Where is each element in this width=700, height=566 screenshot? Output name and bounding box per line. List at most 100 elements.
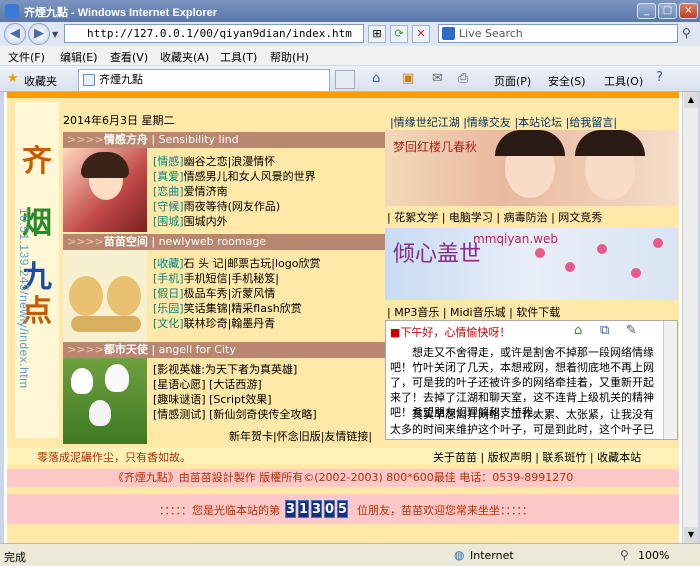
search-input[interactable]: Live Search — [438, 24, 678, 43]
scroll-up-arrow[interactable]: ▲ — [684, 92, 698, 108]
minimize-button[interactable]: _ — [637, 3, 656, 19]
zoom-level[interactable]: 100% — [638, 549, 669, 562]
window-icon[interactable]: ⧉ — [600, 323, 609, 338]
menu-view[interactable]: 查看(V) — [110, 49, 148, 65]
counter-digit: 3 — [285, 500, 296, 518]
footer-links[interactable]: 关于苗苗 | 版权声明 | 联系斑竹 | 收藏本站 — [433, 449, 641, 465]
list-item[interactable]: [假日]极品车秀|沂蒙风情 — [153, 286, 321, 301]
tab-current[interactable]: 齐煙九點 — [78, 69, 330, 91]
back-button[interactable]: ◀ — [4, 23, 26, 45]
edit-icon[interactable]: ✎ — [626, 323, 637, 338]
menu-tools[interactable]: 工具(T) — [220, 49, 257, 65]
favorites-bar: ★ 收藏夹 齐煙九點 ⌂ ▣ ✉ ⎙ 页面(P) 安全(S) 工具(O) ? — [0, 66, 700, 92]
list-item[interactable]: [乐园]笑话集锦|精采flash欣赏 — [153, 301, 321, 316]
favorites-button[interactable]: 收藏夹 — [24, 73, 57, 89]
side-title-char: 齐 — [22, 144, 52, 179]
history-dropdown-icon[interactable]: ▼ — [52, 30, 58, 39]
menu-edit[interactable]: 编辑(E) — [60, 49, 98, 65]
top-accent-line — [7, 92, 679, 98]
red-mansion-banner[interactable]: 梦回红楼几春秋 — [385, 130, 678, 206]
link-jianghu[interactable]: |情缘世纪江湖 — [390, 116, 460, 129]
safety-menu[interactable]: 安全(S) — [548, 73, 586, 89]
tab-title: 齐煙九點 — [99, 73, 143, 86]
bottom-links[interactable]: 新年贺卡|怀念旧版|友情链接| — [229, 428, 372, 444]
visitor-suffix: 位朋友，苗苗欢迎您常来坐坐：：：：： — [357, 504, 533, 517]
list-item[interactable]: [恋曲]爱情济南 — [153, 184, 316, 199]
rss-feed-icon[interactable]: ▣ — [402, 71, 414, 86]
side-url: 10.51.139.245/newly/index.htm — [17, 208, 31, 389]
ie-app-icon — [5, 4, 19, 18]
notice-paragraph: 其实早想离开网络，工作太累、太张紧，让我没有太多的时间来维护这个叶子，可是到此时… — [390, 408, 654, 436]
list-item[interactable]: [影视英雄:为天下者为真英雄] — [153, 362, 317, 377]
banner2-links[interactable]: | MP3音乐 | Midi音乐城 | 软件下载 — [387, 304, 560, 320]
section-header: >>>>都市天使 | angell for City — [63, 342, 385, 358]
counter-digit: 5 — [337, 500, 348, 518]
zone-text: Internet — [470, 549, 514, 562]
link-guestbook[interactable]: |给我留言| — [566, 116, 617, 129]
web-content: 齐 烟 九 点 10.51.139.245/newly/index.htm 20… — [4, 92, 682, 543]
section-header: >>>>苗苗空间 | newlyweb roomage — [63, 234, 385, 250]
banner2-text: 倾心盖世 — [393, 242, 482, 267]
section-header: >>>>情感方舟 | Sensibility lind — [63, 132, 385, 148]
compat-view-button[interactable]: ⊞ — [368, 25, 386, 43]
address-row: ◀ ▶ ▼ http://127.0.0.1/00/qiyan9dian/ind… — [0, 22, 700, 46]
mail-icon[interactable]: ✉ — [432, 71, 443, 86]
list-item[interactable]: [真爱]情感男儿和女人风景的世界 — [153, 169, 316, 184]
list-item[interactable]: [手机]手机短信|手机秘笈| — [153, 271, 321, 286]
page-body: 齐 烟 九 点 10.51.139.245/newly/index.htm 20… — [7, 92, 679, 543]
counter-digit: 1 — [298, 500, 309, 518]
refresh-button[interactable]: ⟳ — [390, 25, 408, 43]
page-scrollbar[interactable]: ▲ ▼ — [682, 92, 698, 543]
girl-photo — [63, 148, 147, 232]
print-icon[interactable]: ⎙ — [458, 71, 468, 86]
visitor-counter: 3 1 3 0 5 — [285, 500, 348, 518]
section-subtitle: Sensibility lind — [158, 133, 239, 146]
live-search-icon — [442, 27, 455, 40]
notice-title: ■下午好，心情愉快呀！ — [390, 326, 511, 339]
help-icon[interactable]: ? — [656, 70, 663, 85]
favorites-star-icon[interactable]: ★ — [7, 71, 19, 86]
list-item[interactable]: [文化]联林珍奇|翰墨丹青 — [153, 316, 321, 331]
window-title: 齐煙九點 - Windows Internet Explorer — [24, 7, 218, 19]
menu-bar: 文件(F) 编辑(E) 查看(V) 收藏夹(A) 工具(T) 帮助(H) — [0, 46, 700, 66]
notice-box: ■下午好，心情愉快呀！ ⌂ ⧉ ✎ 想走又不舍得走，或许是割舍不掉那一段网络情缘… — [385, 320, 678, 440]
zoom-icon[interactable]: ⚲ — [620, 548, 629, 562]
address-input[interactable]: http://127.0.0.1/00/qiyan9dian/index.htm — [64, 24, 364, 43]
status-bar: 完成 ◍ Internet ⚲ 100% — [0, 543, 700, 566]
list-item[interactable]: [情感测试] [新仙剑奇侠传全攻略] — [153, 407, 317, 422]
maximize-button[interactable]: □ — [658, 3, 677, 19]
home-icon[interactable]: ⌂ — [372, 71, 380, 86]
scroll-down-arrow[interactable]: ▼ — [684, 527, 698, 543]
new-tab-button[interactable] — [335, 70, 355, 89]
section-title: 情感方舟 — [103, 133, 148, 146]
page-menu[interactable]: 页面(P) — [494, 73, 531, 89]
list-item[interactable]: [情感]幽谷之恋|浪漫情怀 — [153, 154, 316, 169]
section-title: 苗苗空间 — [103, 235, 148, 248]
link-forum[interactable]: |本站论坛 — [514, 116, 562, 129]
section-list: [影视英雄:为天下者为真英雄] [星语心愿] [大话西游] [趣味谜语] [Sc… — [153, 362, 317, 422]
banner1-links[interactable]: | 花絮文学 | 电脑学习 | 病毒防治 | 网文竞秀 — [387, 209, 602, 225]
forward-button[interactable]: ▶ — [28, 23, 50, 45]
stop-button[interactable]: ✕ — [412, 25, 430, 43]
list-item[interactable]: [收藏]石 头 记|邮票古玩|logo欣赏 — [153, 256, 321, 271]
notice-scrollbar[interactable] — [663, 321, 677, 439]
close-button[interactable]: × — [679, 3, 698, 19]
menu-help[interactable]: 帮助(H) — [270, 49, 309, 65]
section-list: [收藏]石 头 记|邮票古玩|logo欣赏 [手机]手机短信|手机秘笈| [假日… — [153, 256, 321, 331]
top-nav-links: |情缘世纪江湖 |情缘交友 |本站论坛 |给我留言| — [390, 114, 617, 130]
menu-favorites[interactable]: 收藏夹(A) — [160, 49, 209, 65]
banner1-text: 梦回红楼几春秋 — [393, 140, 478, 154]
list-item[interactable]: [趣味谜语] [Script效果] — [153, 392, 317, 407]
tools-menu[interactable]: 工具(O) — [604, 73, 643, 89]
footer-bar: 零落成泥碾作尘，只有香如故。 关于苗苗 | 版权声明 | 联系斑竹 | 收藏本站 — [7, 448, 679, 464]
globe-icon: ◍ — [454, 548, 465, 562]
home-icon[interactable]: ⌂ — [574, 323, 582, 338]
list-item[interactable]: [围城]围城内外 — [153, 214, 316, 229]
link-dating[interactable]: |情缘交友 — [463, 116, 511, 129]
list-item[interactable]: [守候]雨夜等待(网友作品) — [153, 199, 316, 214]
blossom-banner[interactable]: 倾心盖世 mmqiyan.web — [385, 228, 678, 300]
search-icon[interactable]: ⚲ — [682, 26, 691, 40]
menu-file[interactable]: 文件(F) — [8, 49, 45, 65]
list-item[interactable]: [星语心愿] [大话西游] — [153, 377, 317, 392]
banner2-url: mmqiyan.web — [473, 232, 559, 246]
